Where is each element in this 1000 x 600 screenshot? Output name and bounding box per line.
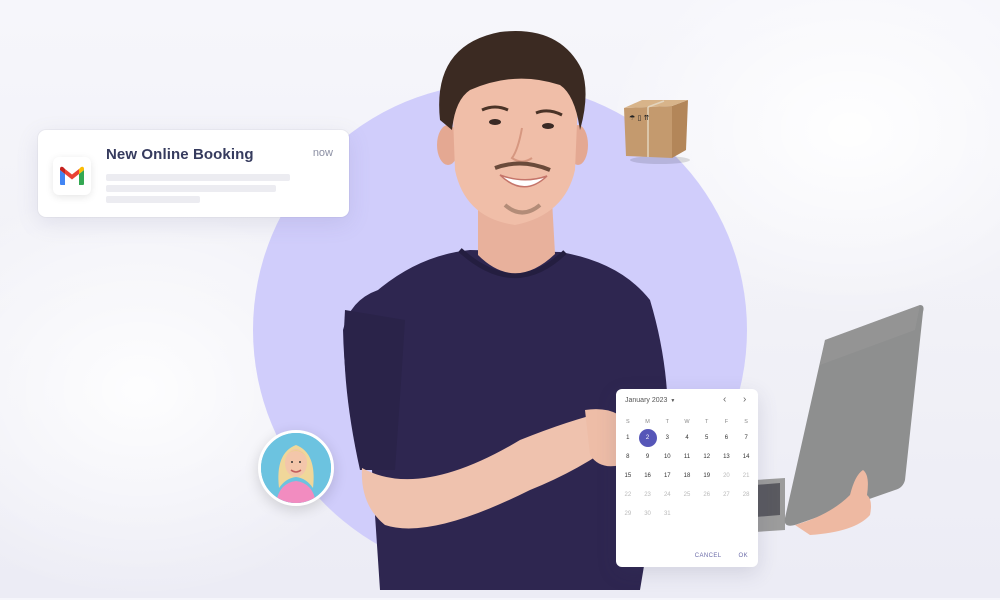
placeholder-text-line (106, 185, 276, 192)
calendar-day[interactable]: 21 (736, 466, 756, 485)
weekday-header: W (684, 419, 690, 425)
calendar-day[interactable]: 14 (736, 447, 756, 466)
caret-down-icon: ▼ (670, 397, 676, 404)
weekday-header: M (645, 419, 650, 425)
calendar-day[interactable]: 27 (717, 485, 737, 504)
calendar-day[interactable]: 8 (618, 447, 638, 466)
calendar-day[interactable]: 1 (618, 428, 638, 447)
weekday-header: T (705, 419, 709, 425)
calendar-day[interactable]: 5 (697, 428, 717, 447)
svg-text:☂ ▯ ⇈: ☂ ▯ ⇈ (629, 114, 650, 122)
weekday-header: S (744, 419, 748, 425)
calendar-day[interactable]: 26 (697, 485, 717, 504)
calendar-day[interactable]: 23 (638, 485, 658, 504)
notification-time: now (312, 147, 333, 159)
calendar-grid: S M T W T F S 1 2 3 4 5 6 7 8 9 10 11 12 13 14 15 16 17 18 19 20 21… (618, 416, 756, 523)
calendar-day[interactable]: 16 (638, 466, 658, 485)
avatar[interactable] (258, 430, 334, 506)
calendar-day[interactable]: 28 (736, 485, 756, 504)
chevron-right-icon[interactable]: › (743, 394, 746, 405)
ok-button[interactable]: OK (739, 553, 748, 559)
calendar-day[interactable]: 9 (638, 447, 658, 466)
calendar-day[interactable]: 11 (677, 447, 697, 466)
calendar-day[interactable]: 19 (697, 466, 717, 485)
calendar-day[interactable]: 10 (657, 447, 677, 466)
notification-title: New Online Booking (106, 146, 254, 163)
date-picker: January 2023 ▼ ‹ › S M T W T F S 1 2 3 4 5 6 7 8 9 10 11 1… (616, 389, 758, 567)
calendar-day[interactable]: 7 (736, 428, 756, 447)
calendar-day[interactable]: 24 (657, 485, 677, 504)
placeholder-text-line (106, 196, 200, 203)
placeholder-text-line (106, 174, 290, 181)
package-box-icon: ☂ ▯ ⇈ (624, 100, 690, 164)
calendar-day[interactable]: 12 (697, 447, 717, 466)
cancel-button[interactable]: CANCEL (695, 553, 722, 559)
notification-card[interactable]: New Online Booking now (38, 130, 349, 217)
calendar-day-selected[interactable]: 2 (638, 428, 658, 447)
month-label: January 2023 (625, 397, 668, 404)
calendar-day[interactable]: 18 (677, 466, 697, 485)
gmail-icon (53, 157, 91, 195)
calendar-day[interactable]: 4 (677, 428, 697, 447)
calendar-day[interactable]: 20 (717, 466, 737, 485)
calendar-day[interactable]: 30 (638, 504, 658, 523)
calendar-day[interactable]: 25 (677, 485, 697, 504)
chevron-left-icon[interactable]: ‹ (723, 394, 726, 405)
laptop-illustration (755, 305, 924, 535)
calendar-day[interactable]: 3 (657, 428, 677, 447)
calendar-day[interactable]: 13 (717, 447, 737, 466)
person-head (437, 31, 588, 225)
weekday-header: S (626, 419, 630, 425)
avatar-woman-photo (261, 433, 331, 503)
weekday-header: F (724, 419, 729, 425)
weekday-header: T (665, 419, 669, 425)
calendar-actions: CANCEL OK (695, 553, 748, 559)
calendar-day[interactable]: 31 (657, 504, 677, 523)
calendar-day[interactable]: 22 (618, 485, 638, 504)
calendar-day[interactable]: 17 (657, 466, 677, 485)
calendar-day[interactable]: 15 (618, 466, 638, 485)
calendar-day[interactable]: 29 (618, 504, 638, 523)
month-selector[interactable]: January 2023 ▼ (625, 397, 675, 404)
calendar-day[interactable]: 6 (717, 428, 737, 447)
